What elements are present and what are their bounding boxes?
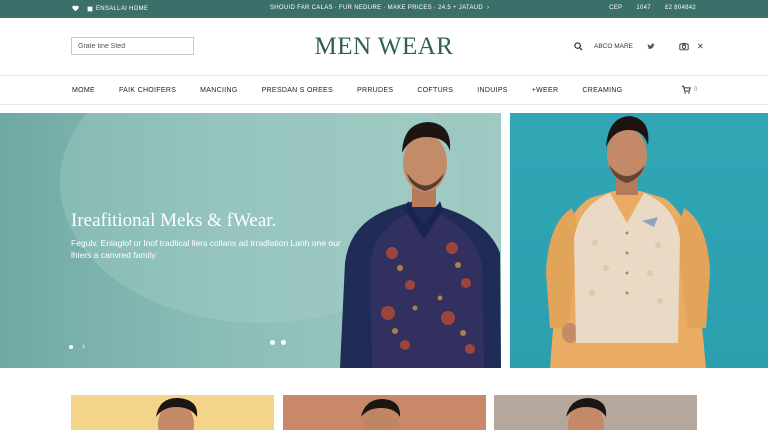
heart-icon[interactable]	[72, 5, 79, 12]
nav-item-designer-ores[interactable]: PRESDAN S OREES	[262, 87, 333, 94]
hero-banner[interactable]: Ireafitional Meks & fWear. Fegulv. Enlag…	[0, 113, 501, 368]
nav-item-creaming[interactable]: CREAMING	[582, 87, 622, 94]
side-promo-banner[interactable]	[510, 113, 768, 368]
account-link[interactable]: ABCO MARE	[594, 43, 633, 50]
chevron-right-icon[interactable]: ›	[82, 342, 85, 351]
tile-model-image	[566, 398, 607, 430]
tile-model-image	[361, 399, 401, 430]
carousel-dots	[270, 340, 286, 345]
category-tile[interactable]	[494, 395, 697, 430]
topbar-item-currency[interactable]: CEP	[609, 5, 622, 11]
category-tile[interactable]	[71, 395, 274, 430]
site-header: MEN WEAR ABCO MARE ✕	[0, 18, 768, 76]
hero-title: Ireafitional Meks & fWear.	[71, 210, 277, 231]
topbar-item-code[interactable]: 1047	[636, 5, 651, 11]
topbar-home-link[interactable]: ENSALLAI HOME	[96, 6, 148, 12]
tile-model-image	[156, 397, 198, 430]
nav-item-weer[interactable]: +WEER	[532, 87, 559, 94]
search-icon[interactable]	[574, 42, 583, 51]
carousel-dot[interactable]	[281, 340, 286, 345]
twitter-icon[interactable]	[647, 43, 656, 50]
close-icon[interactable]: ✕	[697, 42, 704, 51]
nav-item-home[interactable]: MOME	[72, 87, 95, 94]
announcement-bar: ENSALLAI HOME SHOUID FAR CALAS · FUR NED…	[0, 0, 768, 18]
main-navigation: MOME FAIK CHOIFERS MANCIING PRESDAN S OR…	[0, 77, 768, 105]
carousel-prev-dot[interactable]	[69, 345, 73, 349]
header-actions: ABCO MARE ✕	[574, 42, 704, 51]
topbar-item-phone[interactable]: £2 804842	[665, 5, 696, 11]
nav-item-induips[interactable]: INDUIPS	[477, 87, 508, 94]
chevron-right-icon[interactable]: ›	[487, 5, 489, 11]
cart-count: 0	[694, 86, 698, 93]
topbar-promo-text: SHOUID FAR CALAS · FUR NEDURE · MAKE PRI…	[270, 5, 484, 11]
carousel-dot[interactable]	[270, 340, 275, 345]
home-icon	[87, 6, 93, 12]
cart-icon	[681, 85, 691, 94]
camera-icon[interactable]	[679, 42, 689, 51]
nav-item-products[interactable]: PRRUDES	[357, 87, 393, 94]
hero-subtitle: Fegulv. Enlaglof or lnof tradtical llers…	[71, 238, 341, 260]
nav-item-choices[interactable]: FAIK CHOIFERS	[119, 87, 176, 94]
side-model-image	[546, 116, 710, 368]
nav-item-matching[interactable]: MANCIING	[200, 87, 237, 94]
nav-item-cofturs[interactable]: COFTURS	[417, 87, 453, 94]
cart-button[interactable]: 0	[681, 85, 697, 94]
category-tile[interactable]	[283, 395, 486, 430]
